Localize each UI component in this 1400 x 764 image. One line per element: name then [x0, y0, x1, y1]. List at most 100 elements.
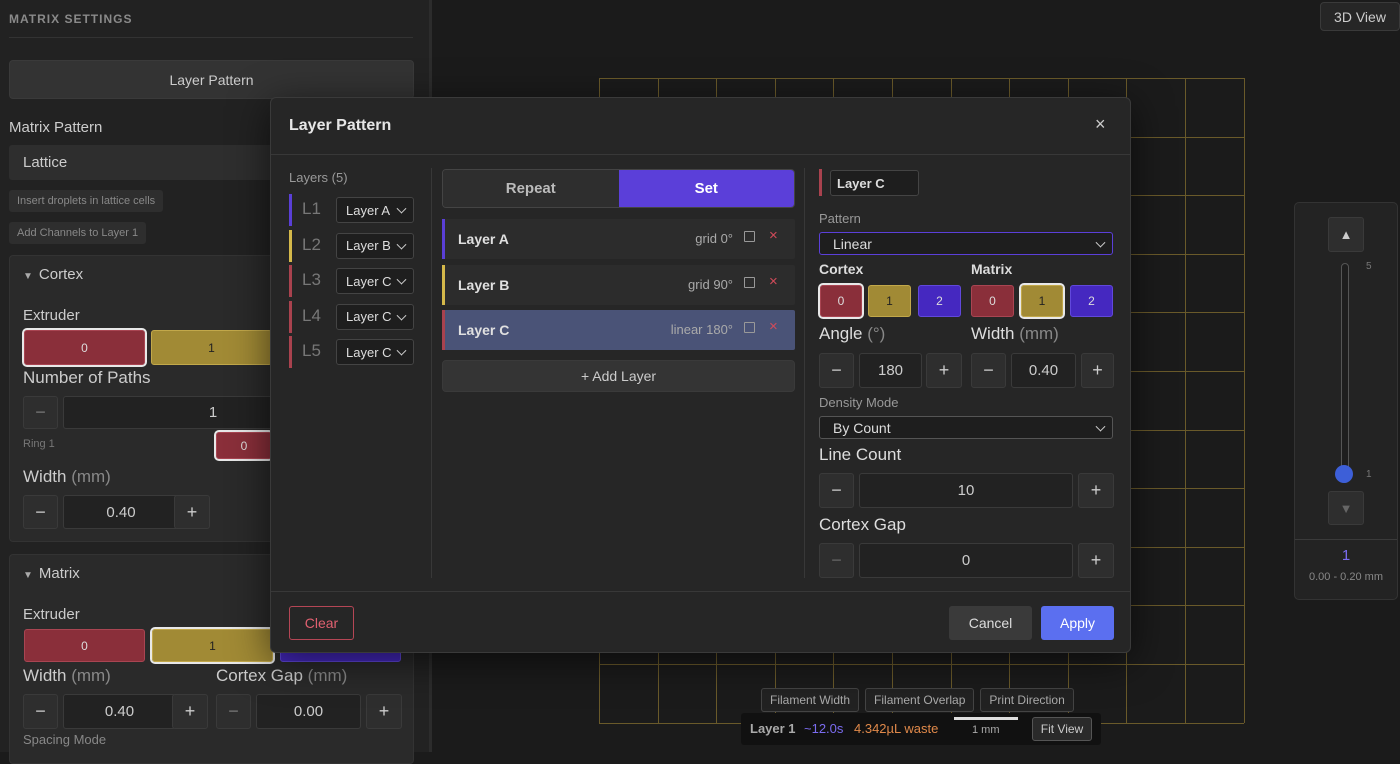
apply-button[interactable]: Apply: [1041, 606, 1114, 640]
layer-select-value: Layer C: [346, 344, 392, 360]
layer-select-value: Layer C: [346, 309, 392, 324]
duplicate-icon[interactable]: [744, 276, 755, 288]
layer-definition-row[interactable]: Layer A grid 0° ×: [442, 219, 795, 259]
width-decrement[interactable]: −: [23, 495, 58, 529]
layer-select[interactable]: Layer C: [336, 268, 414, 294]
layer-def-desc: grid 0°: [695, 231, 733, 246]
layer-select[interactable]: Layer C: [336, 339, 414, 365]
line-count-decrement[interactable]: −: [819, 473, 854, 508]
width-input[interactable]: 0.40: [1011, 353, 1076, 388]
status-bar: Layer 1 ~12.0s 4.342µL waste 1 mm Fit Vi…: [741, 713, 1101, 745]
angle-input[interactable]: 180: [859, 353, 922, 388]
layer-name-input[interactable]: Layer C: [830, 170, 919, 196]
width-increment[interactable]: +: [1081, 353, 1114, 388]
3d-view-button[interactable]: 3D View: [1320, 2, 1400, 31]
matrix-gap-decrement[interactable]: −: [216, 694, 251, 729]
matrix-width-increment[interactable]: +: [172, 694, 208, 729]
extruder-label: Extruder: [23, 307, 80, 324]
matrix-extruder-0[interactable]: 0: [971, 285, 1014, 317]
layers-header: Layers (5): [289, 170, 348, 185]
cortex-gap-decrement[interactable]: −: [819, 543, 854, 578]
slider-tick-bottom: 1: [1366, 469, 1372, 480]
chevron-down-icon: [396, 203, 407, 214]
fit-view-button[interactable]: Fit View: [1032, 717, 1092, 741]
delete-icon[interactable]: ×: [769, 318, 778, 335]
matrix-extruder-2[interactable]: 2: [1070, 285, 1113, 317]
pattern-value: Linear: [833, 235, 872, 252]
delete-icon[interactable]: ×: [769, 227, 778, 244]
cortex-title: Cortex: [38, 266, 84, 283]
matrix-header[interactable]: ▼ Matrix: [23, 565, 80, 582]
width-decrement[interactable]: −: [971, 353, 1006, 388]
width-input[interactable]: 0.40: [63, 495, 179, 529]
angle-decrement[interactable]: −: [819, 353, 854, 388]
layer-slider-thumb[interactable]: [1335, 465, 1353, 483]
layer-up-button[interactable]: ▲: [1328, 217, 1364, 252]
clear-button[interactable]: Clear: [289, 606, 354, 640]
line-count-input[interactable]: 10: [859, 473, 1073, 508]
layer-select[interactable]: Layer C: [336, 303, 414, 330]
tab-set[interactable]: Set: [618, 170, 794, 207]
layer-sequence-item: L4 Layer C: [289, 300, 415, 333]
matrix-extruder-1[interactable]: 1: [150, 627, 275, 664]
filament-overlap-toggle[interactable]: Filament Overlap: [865, 688, 975, 712]
layer-slider-panel: ▲ 5 1 ▼ 1 0.00 - 0.20 mm: [1294, 202, 1398, 600]
print-direction-toggle[interactable]: Print Direction: [980, 688, 1074, 712]
layer-select[interactable]: Layer B: [336, 232, 414, 259]
add-channels-chip[interactable]: Add Channels to Layer 1: [9, 222, 147, 244]
layer-color-bar: [442, 219, 445, 259]
layer-definition-row[interactable]: Layer B grid 90° ×: [442, 264, 795, 305]
layer-select[interactable]: Layer A: [336, 197, 414, 223]
tab-repeat[interactable]: Repeat: [443, 170, 619, 207]
cortex-gap-input[interactable]: 0: [859, 543, 1073, 578]
line-count-increment[interactable]: +: [1078, 473, 1114, 508]
angle-increment[interactable]: +: [926, 353, 962, 388]
layer-def-desc: linear 180°: [670, 322, 733, 337]
delete-icon[interactable]: ×: [769, 273, 778, 290]
cortex-label: Cortex: [819, 261, 864, 277]
matrix-pattern-value: Lattice: [23, 154, 68, 171]
layer-slider-track[interactable]: [1341, 263, 1349, 483]
pattern-select[interactable]: Linear: [819, 232, 1113, 255]
insert-droplets-chip[interactable]: Insert droplets in lattice cells: [9, 190, 164, 212]
matrix-extruder-0[interactable]: 0: [24, 629, 145, 662]
layer-pattern-dialog: Layer Pattern × Layers (5) L1 Layer A L2 La…: [270, 97, 1131, 653]
cortex-extruder-1[interactable]: 1: [868, 285, 911, 317]
density-mode-value: By Count: [833, 419, 891, 436]
layer-index: L2: [302, 234, 321, 254]
layer-select-value: Layer C: [346, 273, 392, 289]
layer-pattern-button[interactable]: Layer Pattern: [9, 60, 414, 99]
close-icon[interactable]: ×: [1095, 114, 1106, 135]
matrix-gap-increment[interactable]: +: [366, 694, 402, 729]
ring-extruder-0[interactable]: 0: [214, 430, 274, 461]
layer-down-button[interactable]: ▼: [1328, 491, 1364, 525]
density-mode-select[interactable]: By Count: [819, 416, 1113, 439]
cortex-gap-label: Cortex Gap: [819, 515, 906, 534]
collapse-icon: ▼: [23, 271, 33, 282]
layer-select-value: Layer A: [346, 202, 391, 218]
cortex-extruder-2[interactable]: 2: [918, 285, 961, 317]
duplicate-icon[interactable]: [744, 231, 755, 242]
duplicate-icon[interactable]: [744, 322, 755, 333]
line-count-label: Line Count: [819, 445, 902, 464]
matrix-gap-input[interactable]: 0.00: [256, 694, 361, 729]
paths-decrement[interactable]: −: [23, 396, 58, 429]
status-time: ~12.0s: [804, 721, 844, 736]
panel-title: MATRIX SETTINGS: [9, 12, 133, 26]
matrix-width-input[interactable]: 0.40: [63, 694, 176, 729]
cortex-gap-increment[interactable]: +: [1078, 543, 1114, 578]
current-layer: 1: [1341, 547, 1351, 564]
cortex-header[interactable]: ▼ Cortex: [23, 266, 83, 283]
width-label: Width (mm): [971, 324, 1059, 343]
matrix-pattern-label: Matrix Pattern: [9, 119, 103, 136]
cancel-button[interactable]: Cancel: [949, 606, 1032, 640]
cortex-extruder-1[interactable]: 1: [151, 330, 272, 365]
matrix-extruder-1[interactable]: 1: [1019, 283, 1065, 319]
add-layer-button[interactable]: + Add Layer: [442, 360, 795, 392]
cortex-extruder-0[interactable]: 0: [22, 328, 147, 367]
matrix-width-decrement[interactable]: −: [23, 694, 58, 729]
filament-width-toggle[interactable]: Filament Width: [761, 688, 860, 712]
width-increment[interactable]: +: [174, 495, 210, 529]
layer-definition-row[interactable]: Layer C linear 180° ×: [442, 310, 795, 350]
cortex-extruder-0[interactable]: 0: [818, 283, 864, 319]
